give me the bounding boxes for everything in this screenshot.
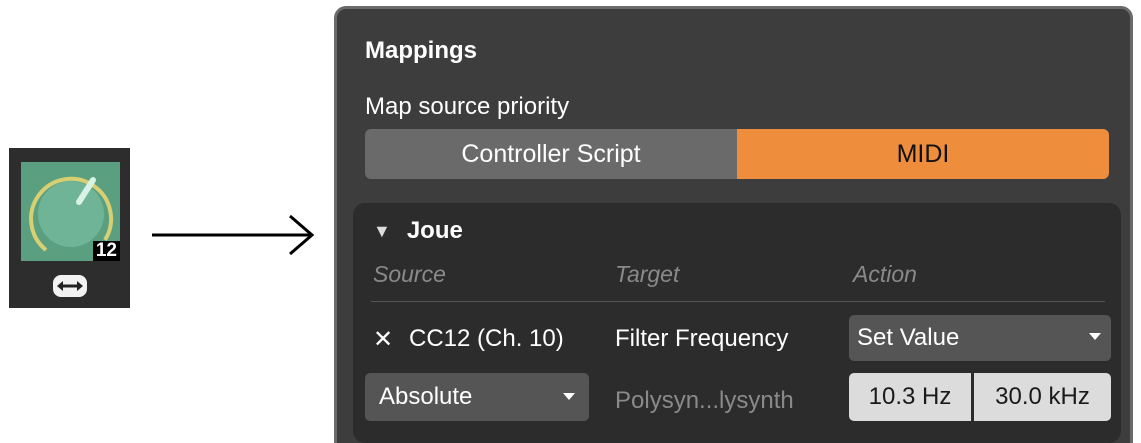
collapse-triangle-icon[interactable]: ▼ — [373, 221, 391, 242]
header-divider — [371, 301, 1105, 302]
mode-dropdown-value: Absolute — [379, 383, 473, 410]
group-header[interactable]: ▼ Joue — [373, 217, 463, 245]
remove-mapping-button[interactable]: ✕ — [373, 325, 393, 354]
priority-option-controller-script[interactable]: Controller Script — [365, 129, 737, 179]
mapping-source: CC12 (Ch. 10) — [409, 325, 564, 352]
chevron-down-icon — [1089, 333, 1101, 340]
action-dropdown[interactable]: Set Value — [849, 315, 1111, 361]
group-name: Joue — [406, 217, 463, 244]
range-min-field[interactable]: 10.3 Hz — [849, 373, 971, 421]
action-dropdown-value: Set Value — [857, 324, 960, 351]
range-max-field[interactable]: 30.0 kHz — [974, 373, 1111, 421]
column-header-target: Target — [615, 261, 680, 287]
mappings-panel: Mappings Map source priority Controller … — [334, 6, 1133, 443]
panel-title: Mappings — [365, 37, 477, 64]
knob-value: 12 — [92, 241, 120, 261]
bidirectional-arrow-icon[interactable] — [53, 275, 87, 297]
priority-option-midi[interactable]: MIDI — [737, 129, 1109, 179]
right-arrow-icon — [152, 214, 315, 256]
knob-face[interactable]: 12 — [21, 162, 120, 261]
knob-widget[interactable]: 12 — [9, 148, 130, 308]
mode-dropdown[interactable]: Absolute — [365, 373, 589, 421]
mapping-group: ▼ Joue Source Target Action ✕ CC12 (Ch. … — [353, 203, 1121, 443]
priority-label: Map source priority — [365, 93, 570, 120]
column-header-action: Action — [853, 261, 917, 287]
mapping-target[interactable]: Filter Frequency — [615, 325, 788, 353]
target-device-label: Polysyn...lysynth — [615, 387, 794, 414]
priority-selector: Controller Script MIDI — [365, 129, 1109, 179]
chevron-down-icon — [563, 393, 575, 400]
column-header-source: Source — [373, 261, 446, 287]
